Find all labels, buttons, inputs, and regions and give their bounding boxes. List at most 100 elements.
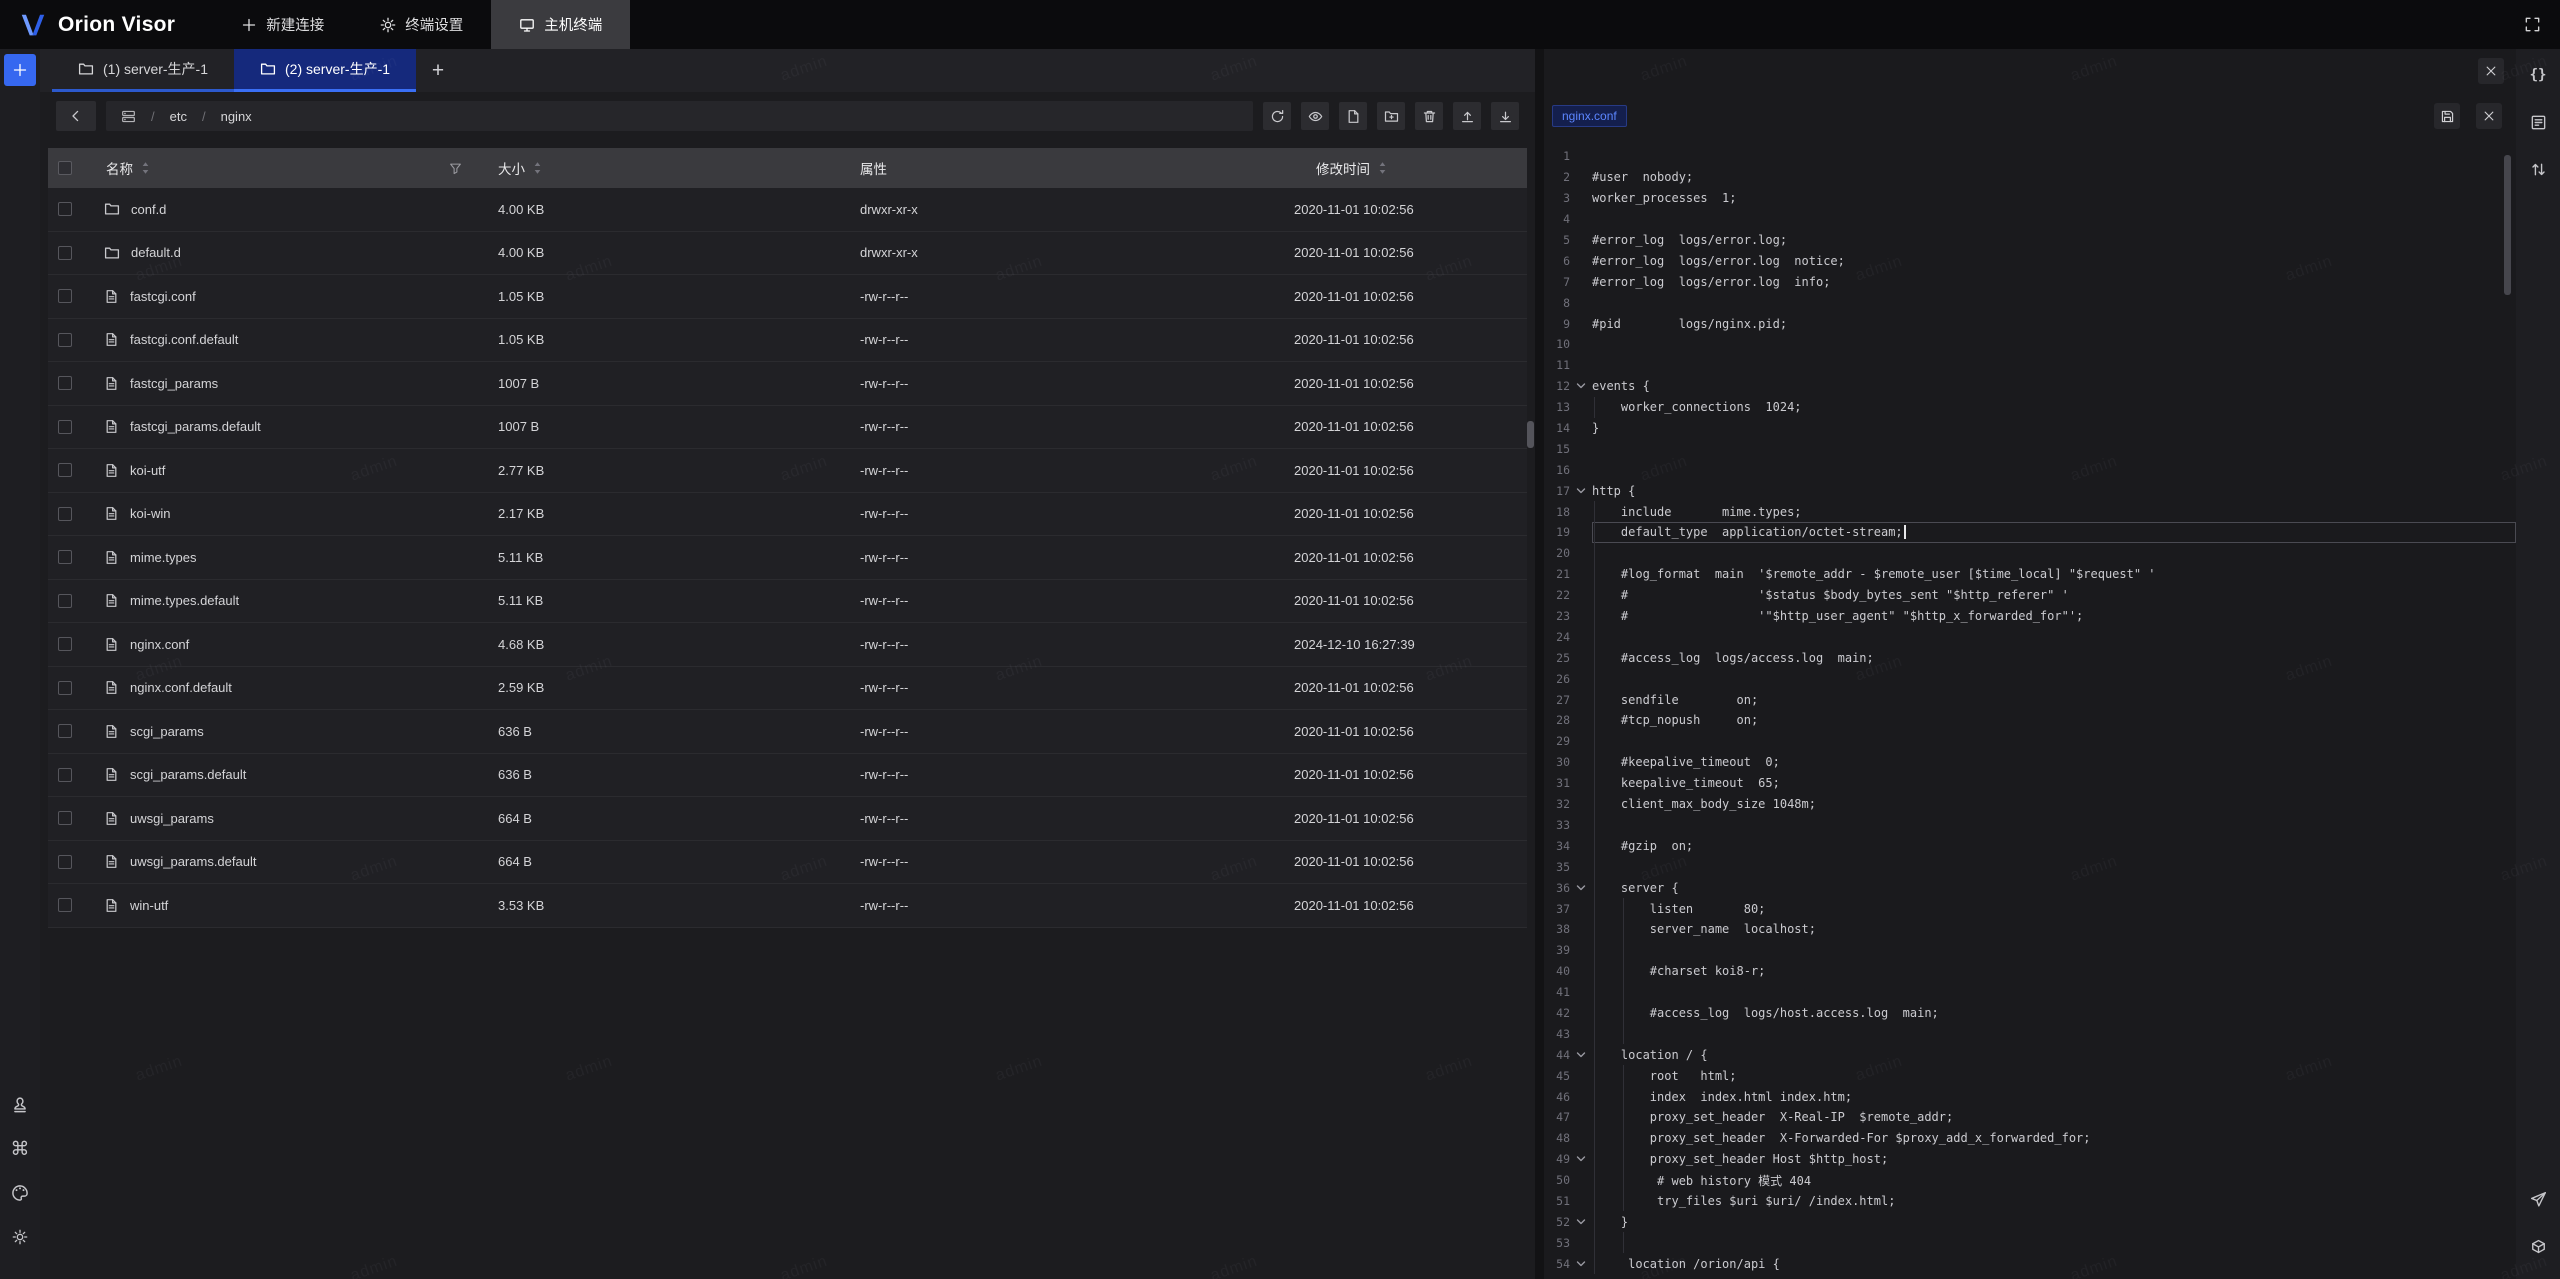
code-line[interactable]: 39	[1544, 940, 2516, 961]
code-line-text[interactable]	[1592, 543, 2516, 564]
code-editor[interactable]: 12#user nobody;3worker_processes 1;45#er…	[1544, 140, 2516, 1279]
code-line[interactable]: 19 default_type application/octet-stream…	[1544, 522, 2516, 543]
code-line[interactable]: 1	[1544, 146, 2516, 167]
code-line-text[interactable]	[1592, 940, 2516, 961]
select-all-checkbox[interactable]	[58, 161, 72, 175]
code-line[interactable]: 15	[1544, 438, 2516, 459]
menu-item-host-terminal[interactable]: 主机终端	[491, 0, 630, 49]
code-line[interactable]: 30 #keepalive_timeout 0;	[1544, 752, 2516, 773]
file-list-scrollbar[interactable]	[1527, 421, 1534, 448]
code-line-text[interactable]: include mime.types;	[1592, 501, 2516, 522]
code-line[interactable]: 48 proxy_set_header X-Forwarded-For $pro…	[1544, 1128, 2516, 1149]
add-tab-button[interactable]: +	[416, 49, 460, 92]
fold-chevron-icon[interactable]	[1570, 382, 1592, 390]
code-line-text[interactable]: # web history 模式 404	[1592, 1170, 2516, 1191]
code-line[interactable]: 54 location /orion/api {	[1544, 1253, 2516, 1274]
fold-chevron-icon[interactable]	[1570, 1051, 1592, 1059]
table-row[interactable]: fastcgi_params.default1007 B-rw-r--r--20…	[48, 406, 1527, 450]
code-line-text[interactable]: #keepalive_timeout 0;	[1592, 752, 2516, 773]
code-line-text[interactable]: proxy_set_header X-Forwarded-For $proxy_…	[1592, 1128, 2516, 1149]
code-line-text[interactable]: client_max_body_size 1048m;	[1592, 794, 2516, 815]
back-button[interactable]	[56, 101, 96, 131]
code-line-text[interactable]: #error_log logs/error.log;	[1592, 230, 2516, 251]
row-checkbox[interactable]	[58, 202, 72, 216]
panel-resize-handle[interactable]	[1535, 49, 1544, 1279]
menu-item-terminal-settings[interactable]: 终端设置	[352, 0, 491, 49]
code-line-text[interactable]: try_files $uri $uri/ /index.html;	[1592, 1191, 2516, 1212]
path-breadcrumb[interactable]: / etc / nginx	[106, 101, 1253, 131]
code-line-text[interactable]: worker_connections 1024;	[1592, 397, 2516, 418]
code-line-text[interactable]	[1592, 1232, 2516, 1253]
table-row[interactable]: scgi_params636 B-rw-r--r--2020-11-01 10:…	[48, 710, 1527, 754]
code-line-text[interactable]	[1592, 334, 2516, 355]
fold-chevron-icon[interactable]	[1570, 1155, 1592, 1163]
package-icon[interactable]	[2524, 1232, 2552, 1260]
row-checkbox[interactable]	[58, 768, 72, 782]
column-label[interactable]: 大小	[498, 158, 525, 178]
code-line[interactable]: 38 server_name localhost;	[1544, 919, 2516, 940]
row-checkbox[interactable]	[58, 550, 72, 564]
braces-icon[interactable]: {}	[2524, 61, 2552, 89]
table-row[interactable]: conf.d4.00 KBdrwxr-xr-x2020-11-01 10:02:…	[48, 188, 1527, 232]
code-line-text[interactable]: root html;	[1592, 1065, 2516, 1086]
path-segment-etc[interactable]: etc	[170, 109, 187, 124]
code-line-text[interactable]	[1592, 292, 2516, 313]
code-line-text[interactable]	[1592, 146, 2516, 167]
code-line[interactable]: 11	[1544, 355, 2516, 376]
code-line[interactable]: 49 proxy_set_header Host $http_host;	[1544, 1149, 2516, 1170]
code-line-text[interactable]	[1592, 1023, 2516, 1044]
terminal-tab-1[interactable]: (1) server-生产-1	[52, 49, 234, 92]
table-row[interactable]: uwsgi_params.default664 B-rw-r--r--2020-…	[48, 841, 1527, 885]
settings-gear-icon[interactable]	[6, 1223, 34, 1251]
table-row[interactable]: koi-win2.17 KB-rw-r--r--2020-11-01 10:02…	[48, 493, 1527, 537]
code-line-text[interactable]: # '"$http_user_agent" "$http_x_forwarded…	[1592, 606, 2516, 627]
row-checkbox[interactable]	[58, 289, 72, 303]
code-line-text[interactable]	[1592, 815, 2516, 836]
code-line-text[interactable]	[1592, 731, 2516, 752]
code-line[interactable]: 2#user nobody;	[1544, 167, 2516, 188]
code-line[interactable]: 7#error_log logs/error.log info;	[1544, 271, 2516, 292]
code-line[interactable]: 50 # web history 模式 404	[1544, 1170, 2516, 1191]
code-line[interactable]: 33	[1544, 815, 2516, 836]
code-line[interactable]: 17http {	[1544, 480, 2516, 501]
code-line-text[interactable]: location /orion/api {	[1592, 1253, 2516, 1274]
code-line-text[interactable]: proxy_set_header X-Real-IP $remote_addr;	[1592, 1107, 2516, 1128]
code-line-text[interactable]	[1592, 459, 2516, 480]
table-row[interactable]: fastcgi.conf.default1.05 KB-rw-r--r--202…	[48, 319, 1527, 363]
table-row[interactable]: nginx.conf4.68 KB-rw-r--r--2024-12-10 16…	[48, 623, 1527, 667]
close-panel-button[interactable]	[2478, 58, 2504, 84]
code-line[interactable]: 28 #tcp_nopush on;	[1544, 710, 2516, 731]
refresh-button[interactable]	[1263, 102, 1291, 130]
row-checkbox[interactable]	[58, 333, 72, 347]
code-line-text[interactable]: #user nobody;	[1592, 167, 2516, 188]
new-folder-button[interactable]	[1377, 102, 1405, 130]
code-line-text[interactable]: events {	[1592, 376, 2516, 397]
code-line[interactable]: 41	[1544, 982, 2516, 1003]
code-line-text[interactable]: #log_format main '$remote_addr - $remote…	[1592, 564, 2516, 585]
code-line[interactable]: 6#error_log logs/error.log notice;	[1544, 250, 2516, 271]
code-line[interactable]: 53	[1544, 1232, 2516, 1253]
code-line[interactable]: 9#pid logs/nginx.pid;	[1544, 313, 2516, 334]
code-line-text[interactable]: #gzip on;	[1592, 835, 2516, 856]
code-line-text[interactable]: worker_processes 1;	[1592, 188, 2516, 209]
filter-icon[interactable]	[449, 162, 462, 175]
table-row[interactable]: nginx.conf.default2.59 KB-rw-r--r--2020-…	[48, 667, 1527, 711]
code-line-text[interactable]	[1592, 856, 2516, 877]
code-line-text[interactable]: server_name localhost;	[1592, 919, 2516, 940]
code-line-text[interactable]: listen 80;	[1592, 898, 2516, 919]
code-line[interactable]: 21 #log_format main '$remote_addr - $rem…	[1544, 564, 2516, 585]
code-line-text[interactable]: #error_log logs/error.log info;	[1592, 271, 2516, 292]
row-checkbox[interactable]	[58, 681, 72, 695]
code-line-text[interactable]: #pid logs/nginx.pid;	[1592, 313, 2516, 334]
table-row[interactable]: scgi_params.default636 B-rw-r--r--2020-1…	[48, 754, 1527, 798]
code-line-text[interactable]: keepalive_timeout 65;	[1592, 773, 2516, 794]
table-row[interactable]: fastcgi.conf1.05 KB-rw-r--r--2020-11-01 …	[48, 275, 1527, 319]
row-checkbox[interactable]	[58, 724, 72, 738]
fullscreen-button[interactable]	[2516, 9, 2548, 41]
code-line-text[interactable]	[1592, 438, 2516, 459]
table-row[interactable]: mime.types.default5.11 KB-rw-r--r--2020-…	[48, 580, 1527, 624]
code-line[interactable]: 43	[1544, 1023, 2516, 1044]
fold-chevron-icon[interactable]	[1570, 487, 1592, 495]
sort-icon[interactable]	[141, 161, 150, 175]
code-line-text[interactable]	[1592, 355, 2516, 376]
